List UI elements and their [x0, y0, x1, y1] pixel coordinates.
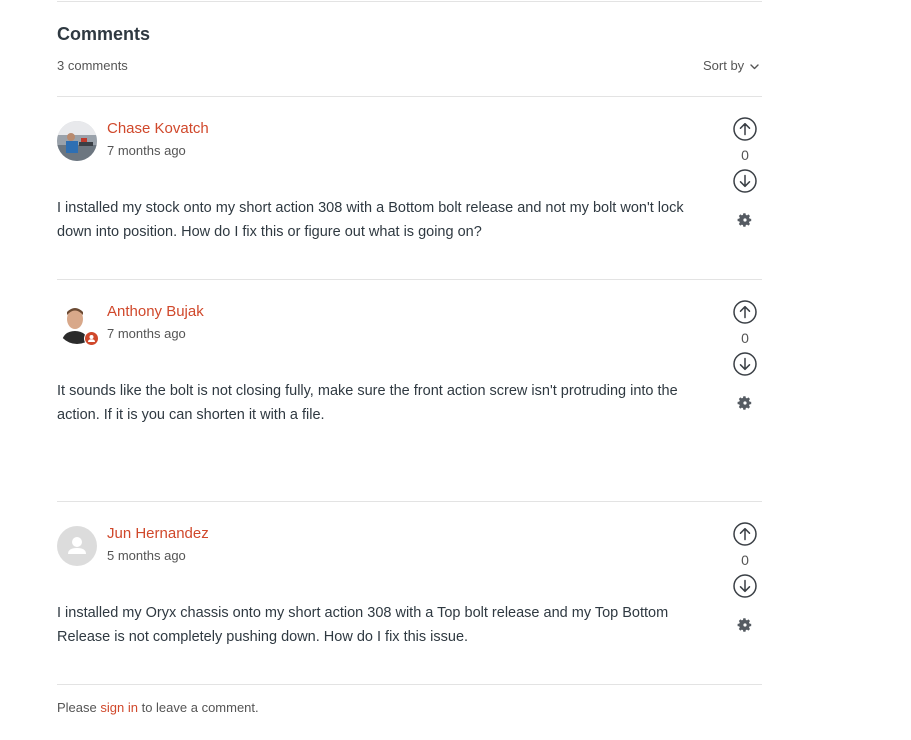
divider	[57, 279, 762, 280]
upvote-arrow-icon[interactable]	[733, 117, 757, 141]
vote-count: 0	[741, 330, 749, 346]
comments-section: Comments 3 comments Sort by Chase Kovatc…	[0, 0, 911, 740]
vote-controls: 0	[732, 117, 758, 193]
divider	[57, 96, 762, 97]
divider	[57, 684, 762, 685]
comment-body: I installed my stock onto my short actio…	[57, 200, 684, 240]
footer-prefix: Please	[57, 700, 97, 715]
photo-avatar-icon[interactable]	[57, 121, 97, 161]
downvote-arrow-icon[interactable]	[733, 352, 757, 376]
vote-count: 0	[741, 552, 749, 568]
author-link[interactable]: Chase Kovatch	[107, 120, 209, 137]
sign-in-link[interactable]: sign in	[100, 700, 138, 715]
comment-body: It sounds like the bolt is not closing f…	[57, 383, 678, 423]
comment-timestamp: 7 months ago	[107, 143, 186, 158]
author-link[interactable]: Jun Hernandez	[107, 525, 209, 542]
comment-timestamp: 7 months ago	[107, 326, 186, 341]
divider	[57, 1, 762, 2]
comment-timestamp: 5 months ago	[107, 548, 186, 563]
vote-controls: 0	[732, 300, 758, 376]
comment-body: I installed my Oryx chassis onto my shor…	[57, 605, 669, 645]
photo-avatar-icon[interactable]	[57, 304, 99, 346]
downvote-arrow-icon[interactable]	[733, 574, 757, 598]
upvote-arrow-icon[interactable]	[733, 300, 757, 324]
vote-controls: 0	[732, 522, 758, 598]
chevron-down-icon	[750, 64, 759, 70]
gear-icon[interactable]	[737, 395, 753, 411]
sort-label: Sort by	[703, 58, 745, 73]
gear-icon[interactable]	[737, 212, 753, 228]
author-link[interactable]: Anthony Bujak	[107, 303, 204, 320]
vote-count: 0	[741, 147, 749, 163]
downvote-arrow-icon[interactable]	[733, 169, 757, 193]
default-user-avatar-icon[interactable]	[57, 526, 97, 566]
upvote-arrow-icon[interactable]	[733, 522, 757, 546]
agent-badge-icon	[84, 331, 99, 346]
section-title: Comments	[57, 24, 151, 44]
sign-in-prompt: Please sign in to leave a comment.	[57, 700, 259, 715]
footer-suffix: to leave a comment.	[141, 700, 259, 715]
comment-count: 3 comments	[57, 58, 128, 73]
sort-dropdown[interactable]: Sort by	[703, 58, 759, 73]
divider	[57, 501, 762, 502]
gear-icon[interactable]	[737, 617, 753, 633]
